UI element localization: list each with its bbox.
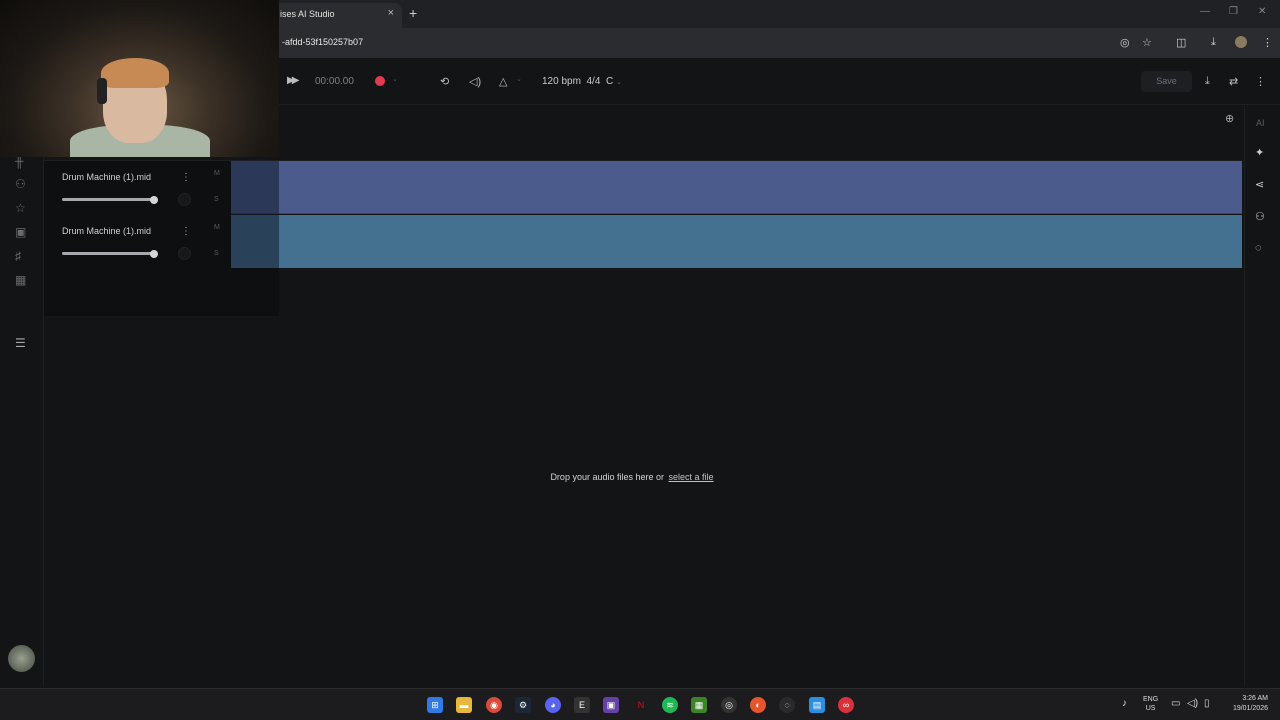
loop-icon[interactable]: ⟲ [440,75,449,88]
record-button[interactable] [375,76,385,86]
twitch-icon[interactable]: ▣ [603,697,619,713]
speaker-icon[interactable]: ▣ [15,225,26,239]
star-icon[interactable]: ☆ [1142,36,1152,49]
save-button[interactable]: Save [1141,71,1192,92]
headphones-icon [97,78,107,104]
user-avatar[interactable] [8,645,35,672]
users-icon[interactable]: ⚇ [15,177,26,191]
solo-button[interactable]: S [214,250,219,257]
download-icon[interactable]: ⤓ [1211,36,1216,49]
ai-sparkle-icon[interactable]: ✦ [1255,146,1264,159]
spotify-icon[interactable]: ≋ [662,697,678,713]
star-sidebar-icon[interactable]: ☆ [15,201,26,215]
ai-label: AI [1256,118,1265,128]
profile-avatar[interactable] [1235,36,1247,48]
ea-icon[interactable]: ◐ [750,697,766,713]
url-text[interactable]: -afdd-53f150257b07 [282,37,363,47]
bpm-value: 120 bpm [542,76,581,87]
store-icon[interactable]: ▤ [809,697,825,713]
start-icon[interactable]: ⊞ [427,697,443,713]
volume-slider[interactable] [62,198,153,201]
steam-icon[interactable]: ⚙ [515,697,531,713]
right-sidebar [1244,106,1280,686]
share-icon[interactable]: ⋖ [1255,178,1264,191]
drop-zone[interactable]: Drop your audio files here or select a f… [0,472,1264,482]
lane-start-overlay [231,161,279,268]
play-icon[interactable]: ▶▶ [287,75,300,86]
maximize-icon[interactable]: ❐ [1229,6,1238,17]
pan-knob[interactable] [178,193,191,206]
system-clock[interactable]: 3:26 AM 19/01/2026 [1222,694,1268,714]
network-icon[interactable]: ▭ [1171,698,1180,709]
epic-games-icon[interactable]: E [574,697,590,713]
tab-close-icon[interactable]: × [388,7,394,19]
obs-icon[interactable]: ◎ [721,697,737,713]
microphone-icon[interactable]: ♪ [1122,698,1127,709]
track-lane[interactable] [231,215,1242,268]
tab-title: ises AI Studio [280,9,335,19]
volume-slider-handle[interactable] [150,196,158,204]
webcam-person-hair [101,58,169,88]
track-menu-icon[interactable]: ⋮ [181,226,191,237]
share-cloud-icon[interactable]: ⇄ [1229,75,1238,88]
minimize-icon[interactable]: — [1200,6,1210,17]
extensions-icon[interactable]: ◫ [1176,36,1186,49]
track-menu-icon[interactable]: ⋮ [181,172,191,183]
browser-menu-icon[interactable]: ⋮ [1262,36,1273,49]
volume-slider-handle[interactable] [150,250,158,258]
speaker-tray-icon[interactable]: ◁) [1187,698,1198,709]
netflix-icon[interactable]: N [633,697,649,713]
pan-knob[interactable] [178,247,191,260]
time-signature: 4/4 [586,76,601,87]
key-value: C [605,76,614,87]
zoom-icon[interactable]: ⊕ [1225,112,1234,125]
discord-icon[interactable]: ◕ [545,697,561,713]
track-lane[interactable] [231,161,1242,214]
file-explorer-icon[interactable]: ▬ [456,697,472,713]
left-sidebar [0,106,44,686]
export-download-icon[interactable]: ⤓ [1205,75,1210,88]
clock-date: 19/01/2026 [1232,705,1268,712]
clock-time: 3:26 AM [1242,695,1268,702]
region-code: US [1145,705,1156,712]
tempo-display[interactable]: 120 bpm 4/4 C ⌄ [542,76,622,87]
solo-button[interactable]: S [214,196,219,203]
close-window-icon[interactable]: ✕ [1258,6,1266,17]
collaborators-icon[interactable]: ⚇ [1255,210,1265,223]
playlist-icon[interactable]: ☰ [15,336,26,350]
grid-icon[interactable]: ▦ [15,273,26,287]
webcam-overlay [0,0,279,157]
new-tab-button[interactable]: + [409,5,417,21]
app-icon[interactable]: ◌ [779,697,795,713]
browser-tab[interactable]: ises AI Studio × [272,3,402,28]
volume-slider[interactable] [62,252,153,255]
language-code: ENG [1143,696,1159,703]
guitar-icon[interactable]: ♯ [15,249,21,263]
drop-zone-text: Drop your audio files here or [550,472,664,482]
track-name[interactable]: Drum Machine (1).mid [62,226,151,236]
select-file-link[interactable]: select a file [669,472,714,482]
record-dropdown-icon[interactable]: ⌄ [392,75,398,83]
history-icon[interactable]: ◌ [1255,242,1262,254]
tempo-dropdown-icon: ⌄ [615,79,622,86]
volume-icon[interactable]: ◁) [469,75,481,88]
creative-cloud-icon[interactable]: ∞ [838,697,854,713]
track-name[interactable]: Drum Machine (1).mid [62,172,151,182]
minecraft-icon[interactable]: ▦ [691,697,707,713]
mute-button[interactable]: M [214,224,220,231]
mute-button[interactable]: M [214,170,220,177]
language-indicator[interactable]: ENG US [1143,695,1158,713]
eye-off-icon[interactable]: ◎ [1120,36,1130,49]
battery-icon[interactable]: ▯ [1204,698,1210,709]
metronome-dropdown-icon[interactable]: ⌄ [516,75,522,83]
metronome-icon[interactable]: △ [499,75,507,88]
app-menu-icon[interactable]: ⋮ [1255,75,1266,88]
time-display: 00:00.00 [315,76,354,87]
chrome-icon[interactable]: ◉ [486,697,502,713]
